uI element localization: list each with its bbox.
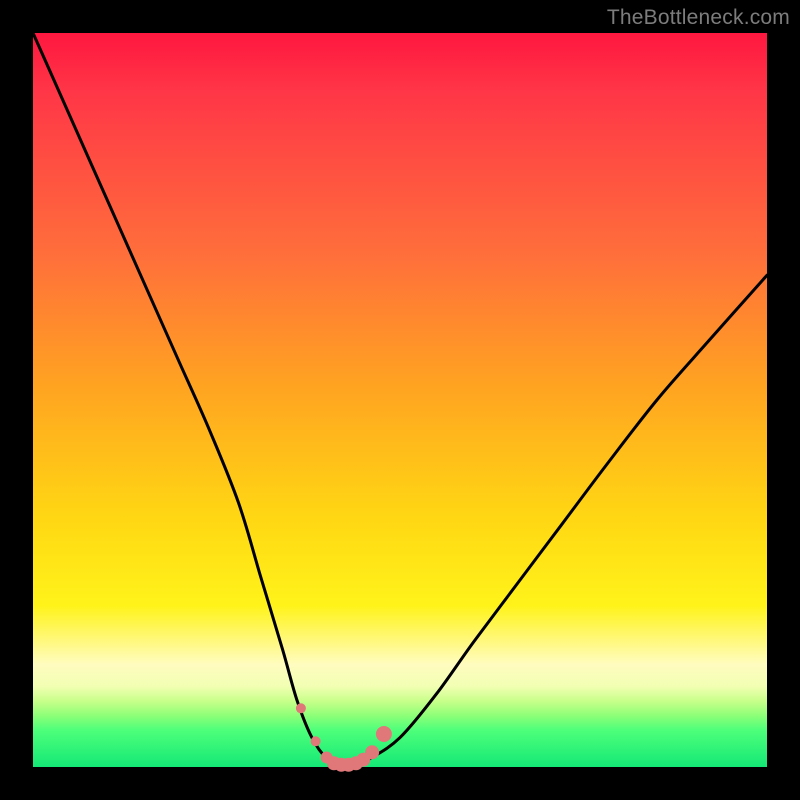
- chart-svg: [33, 33, 767, 767]
- plot-area: [33, 33, 767, 767]
- watermark-text: TheBottleneck.com: [607, 6, 790, 30]
- marker-dot: [376, 726, 392, 742]
- marker-dot: [296, 703, 306, 713]
- chart-frame: TheBottleneck.com: [0, 0, 800, 800]
- marker-dot: [311, 736, 321, 746]
- bottleneck-curve: [33, 33, 767, 766]
- marker-dot: [365, 745, 379, 759]
